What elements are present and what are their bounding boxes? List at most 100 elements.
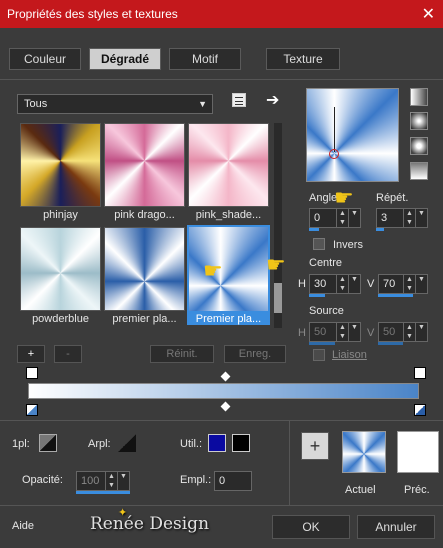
current-label: Actuel: [345, 484, 376, 496]
ok-button[interactable]: OK: [272, 515, 350, 539]
source-h-label: H: [298, 327, 306, 339]
style-rectangular-icon[interactable]: [410, 112, 428, 130]
category-dropdown[interactable]: Tous ▼: [17, 94, 213, 114]
spin-arrows-icon[interactable]: ▲ ▼: [403, 323, 415, 341]
empl-value: 0: [219, 475, 226, 487]
gradient-menu-icon[interactable]: [232, 93, 246, 107]
source-label: Source: [309, 305, 344, 317]
category-value: Tous: [24, 98, 48, 110]
invert-label: Invers: [333, 239, 363, 251]
source-h-value: 50: [314, 326, 327, 338]
opacity-stop-right[interactable]: [414, 367, 426, 379]
style-linear-icon[interactable]: [410, 88, 428, 106]
spin-arrows-icon[interactable]: ▲ ▼: [403, 209, 415, 227]
empl-label: Empl.:: [180, 474, 212, 486]
chevron-down-icon[interactable]: ▼: [415, 275, 427, 293]
tab-divider: [0, 79, 443, 80]
source-v-slider[interactable]: [378, 342, 403, 345]
center-v-slider[interactable]: [378, 294, 413, 297]
gradient-label: pink drago...: [114, 209, 175, 221]
gradient-thumb-premier-plan-selected[interactable]: [187, 225, 270, 313]
gradient-thumb-pink-dragon[interactable]: [104, 123, 185, 207]
section-divider: [0, 420, 443, 421]
window-title: Propriétés des styles et textures: [7, 7, 178, 21]
gradient-bar[interactable]: [28, 383, 419, 399]
center-h-slider[interactable]: [309, 294, 325, 297]
gradient-label: Premier pla...: [187, 313, 270, 325]
center-h-input[interactable]: 30 ▲ ▼ ▼: [309, 274, 361, 294]
link-checkbox[interactable]: [313, 349, 325, 361]
spin-arrows-icon[interactable]: ▲ ▼: [336, 209, 348, 227]
reset-button[interactable]: Réinit.: [150, 345, 214, 363]
center-v-input[interactable]: 70 ▲ ▼ ▼: [378, 274, 428, 294]
title-bar: Propriétés des styles et textures ✕: [0, 0, 443, 28]
util-color-swatch-2[interactable]: [232, 434, 250, 452]
gradient-preview[interactable]: [306, 88, 399, 182]
tab-texture[interactable]: Texture: [266, 48, 340, 70]
gradient-thumb-premier-plan[interactable]: [104, 227, 185, 311]
tab-degrade[interactable]: Dégradé: [89, 48, 161, 70]
spin-arrows-icon[interactable]: ▲ ▼: [105, 472, 117, 490]
invert-checkbox[interactable]: [313, 238, 325, 250]
spin-arrows-icon[interactable]: ▲ ▼: [336, 275, 348, 293]
spin-arrows-icon[interactable]: ▲ ▼: [336, 323, 348, 341]
gradient-label: premier pla...: [112, 313, 177, 325]
previous-swatch[interactable]: [397, 431, 439, 473]
help-label[interactable]: Aide: [12, 520, 34, 532]
repeat-label: Répét.: [376, 192, 409, 204]
opacity-label: Opacité:: [22, 474, 63, 486]
save-button[interactable]: Enreg.: [224, 345, 286, 363]
gradient-thumb-pink-shade[interactable]: [188, 123, 269, 207]
util-label: Util.:: [180, 438, 202, 450]
watermark-text: Renée Design: [90, 514, 210, 534]
opacity-midpoint[interactable]: [220, 371, 231, 382]
chevron-down-icon[interactable]: ▼: [348, 275, 360, 293]
source-v-input[interactable]: 50 ▲ ▼ ▼: [378, 322, 428, 342]
spin-arrows-icon[interactable]: ▲ ▼: [403, 275, 415, 293]
vertical-divider: [289, 420, 290, 505]
gradient-thumb-phinjay[interactable]: [20, 123, 101, 207]
scrollbar-thumb[interactable]: [274, 283, 282, 313]
repeat-input[interactable]: 3 ▲ ▼ ▼: [376, 208, 428, 228]
angle-slider[interactable]: [309, 228, 319, 231]
thumbnail-scrollbar[interactable]: [274, 123, 282, 328]
pointer-hand-icon: ☛: [266, 252, 286, 277]
close-icon[interactable]: ✕: [422, 4, 435, 24]
add-to-swatches-button[interactable]: +: [301, 432, 329, 460]
color-stop-right[interactable]: [414, 404, 426, 416]
style-sunburst-icon[interactable]: [410, 137, 428, 155]
remove-button[interactable]: -: [54, 345, 82, 363]
empl-input[interactable]: 0: [214, 471, 252, 491]
ipl-button[interactable]: [39, 434, 57, 452]
style-radial-icon[interactable]: [410, 162, 428, 180]
link-label: Liaison: [332, 349, 367, 361]
color-stop-left[interactable]: [26, 404, 38, 416]
gradient-thumb-powderblue[interactable]: [20, 227, 101, 311]
opacity-slider[interactable]: [76, 491, 130, 494]
color-midpoint[interactable]: [220, 401, 231, 412]
tab-couleur[interactable]: Couleur: [9, 48, 81, 70]
add-button[interactable]: +: [17, 345, 45, 363]
source-h-input[interactable]: 50 ▲ ▼ ▼: [309, 322, 361, 342]
repeat-slider[interactable]: [376, 228, 384, 231]
center-v-label: V: [367, 278, 375, 290]
chevron-down-icon[interactable]: ▼: [415, 323, 427, 341]
angle-label: Angle: [309, 192, 338, 204]
arpl-button[interactable]: [118, 434, 136, 452]
opacity-input[interactable]: 100 ▲ ▼ ▼: [76, 471, 130, 491]
util-color-swatch[interactable]: [208, 434, 226, 452]
opacity-value: 100: [81, 475, 100, 487]
chevron-down-icon[interactable]: ▼: [348, 209, 360, 227]
opacity-stop-left[interactable]: [26, 367, 38, 379]
current-swatch[interactable]: [342, 431, 386, 473]
chevron-down-icon: ▼: [198, 99, 207, 109]
center-h-label: H: [298, 278, 306, 290]
source-h-slider[interactable]: [309, 342, 335, 345]
chevron-down-icon[interactable]: ▼: [117, 472, 129, 490]
arrow-right-icon[interactable]: ➔: [266, 90, 279, 110]
chevron-down-icon[interactable]: ▼: [348, 323, 360, 341]
angle-input[interactable]: 0 ▲ ▼ ▼: [309, 208, 361, 228]
tab-motif[interactable]: Motif: [169, 48, 241, 70]
chevron-down-icon[interactable]: ▼: [415, 209, 427, 227]
cancel-button[interactable]: Annuler: [357, 515, 435, 539]
